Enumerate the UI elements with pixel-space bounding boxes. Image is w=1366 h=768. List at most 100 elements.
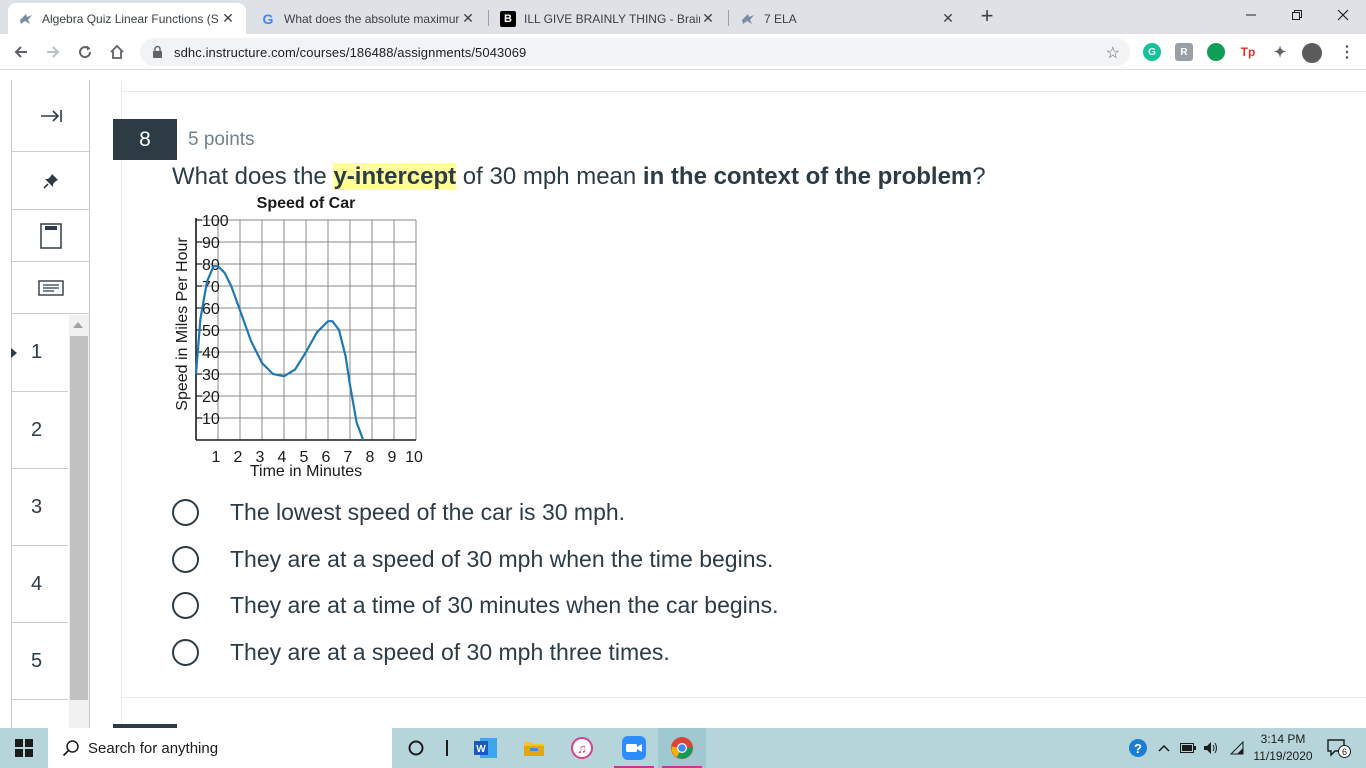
windows-start-icon[interactable] xyxy=(0,728,48,768)
chart-x-tick-label: 1 xyxy=(212,449,221,466)
tab-close-icon[interactable]: ✕ xyxy=(220,10,236,27)
chart-x-tick-label: 9 xyxy=(388,449,397,466)
chart-y-tick-label: 60 xyxy=(202,301,220,318)
answer-text: They are at a speed of 30 mph three time… xyxy=(230,638,670,665)
question-text-part: of 30 mph mean xyxy=(456,163,643,190)
notification-center-icon[interactable]: 6 xyxy=(1322,728,1352,768)
tab-7-ela[interactable]: 7 ELA ✕ xyxy=(730,3,966,34)
svg-text:W: W xyxy=(476,744,486,755)
extension-icon[interactable]: R xyxy=(1175,43,1193,61)
pin-button[interactable] xyxy=(12,152,89,210)
chart-x-tick-label: 7 xyxy=(344,449,353,466)
chart-title: Speed of Car xyxy=(257,195,356,212)
tab-close-icon[interactable]: ✕ xyxy=(940,10,956,27)
word-app-icon[interactable]: W xyxy=(462,728,510,768)
file-explorer-icon[interactable] xyxy=(510,728,558,768)
search-icon xyxy=(62,739,80,761)
bookmark-button[interactable] xyxy=(12,210,89,262)
bookmark-star-icon[interactable]: ☆ xyxy=(1106,43,1120,63)
collapse-nav-button[interactable] xyxy=(12,80,89,152)
back-arrow-icon[interactable] xyxy=(8,39,34,65)
green-extension-icon[interactable] xyxy=(1207,43,1225,61)
tab-brainly[interactable]: B ILL GIVE BRAINLY THING - Brainly ✕ xyxy=(490,3,726,34)
chart-y-tick-label: 100 xyxy=(202,213,229,230)
new-tab-plus-icon[interactable]: + xyxy=(976,5,998,29)
bold-phrase: in the context of the problem xyxy=(642,163,973,190)
zoom-app-icon[interactable] xyxy=(610,728,658,768)
tab-title: ILL GIVE BRAINLY THING - Brainly xyxy=(524,11,700,26)
wifi-icon[interactable] xyxy=(1226,728,1248,768)
radio-button[interactable] xyxy=(172,545,199,573)
pin-icon xyxy=(42,173,58,189)
tab-close-icon[interactable]: ✕ xyxy=(700,10,716,27)
content-divider xyxy=(121,80,122,728)
home-icon[interactable] xyxy=(104,39,130,65)
answer-option-3[interactable]: They are at a time of 30 minutes when th… xyxy=(172,588,778,622)
puzzle-extensions-icon[interactable]: ✦ xyxy=(1271,43,1289,61)
tab-google-search[interactable]: G What does the absolute maximur ✕ xyxy=(250,3,486,34)
nav-scrollbar-thumb[interactable] xyxy=(70,336,88,700)
question-nav-number: 1 xyxy=(31,341,43,363)
question-nav-item-4[interactable]: 4 xyxy=(12,546,68,623)
chart-grid xyxy=(196,219,417,440)
answer-text: They are at a time of 30 minutes when th… xyxy=(230,591,779,618)
scroll-up-arrow-icon[interactable] xyxy=(73,322,83,328)
radio-button[interactable] xyxy=(172,591,199,619)
answer-option-2[interactable]: They are at a speed of 30 mph when the t… xyxy=(172,542,773,576)
reload-icon[interactable] xyxy=(72,39,98,65)
teacherspay-extension-icon[interactable]: Tp xyxy=(1239,43,1257,61)
chart-y-tick-label: 20 xyxy=(202,389,220,406)
close-window-icon[interactable] xyxy=(1320,0,1366,30)
tab-algebra-quiz[interactable]: Algebra Quiz Linear Functions (S ✕ xyxy=(8,3,246,34)
chart-x-tick-label: 4 xyxy=(278,449,287,466)
notes-button[interactable] xyxy=(12,262,89,314)
question-nav-item-3[interactable]: 3 xyxy=(12,469,68,546)
help-icon[interactable]: ? xyxy=(1126,728,1150,768)
svg-text:♫: ♫ xyxy=(577,741,587,756)
lock-icon xyxy=(152,45,164,59)
chart-x-tick-label: 5 xyxy=(300,449,309,466)
chart-y-tick-label: 10 xyxy=(202,411,220,428)
question-nav-number: 5 xyxy=(31,649,43,672)
chart-y-tick-label: 90 xyxy=(202,235,220,252)
minimize-icon[interactable] xyxy=(1228,0,1274,30)
answer-text: They are at a speed of 30 mph when the t… xyxy=(230,545,774,572)
search-placeholder: Search for anything xyxy=(88,739,219,757)
question-nav-item-1[interactable]: 1 xyxy=(11,314,68,392)
forward-arrow-icon[interactable] xyxy=(40,39,66,65)
itunes-icon[interactable]: ♫ xyxy=(558,728,606,768)
tab-title: Algebra Quiz Linear Functions (S xyxy=(42,11,219,26)
chrome-app-icon[interactable] xyxy=(658,728,706,768)
volume-icon[interactable] xyxy=(1201,728,1221,768)
google-favicon-icon: G xyxy=(262,10,274,27)
tab-close-icon[interactable]: ✕ xyxy=(460,10,476,27)
restore-icon[interactable] xyxy=(1274,0,1320,30)
radio-button[interactable] xyxy=(172,498,199,526)
question-text: What does the y-intercept of 30 mph mean… xyxy=(172,163,986,191)
address-bar[interactable]: sdhc.instructure.com/courses/186488/assi… xyxy=(140,38,1130,66)
chevron-up-icon[interactable] xyxy=(1154,728,1174,768)
chart-y-tick-label: 40 xyxy=(202,345,220,362)
answer-option-1[interactable]: The lowest speed of the car is 30 mph. xyxy=(172,495,625,529)
clock-time: 3:14 PM xyxy=(1260,732,1306,746)
svg-text:?: ? xyxy=(1134,741,1142,756)
battery-icon[interactable] xyxy=(1178,728,1198,768)
highlighted-term: y-intercept xyxy=(333,163,457,190)
question-text-part: What does the xyxy=(172,163,334,190)
question-nav-number: 4 xyxy=(31,572,43,595)
brainly-favicon-icon: B xyxy=(500,10,516,27)
answer-option-4[interactable]: They are at a speed of 30 mph three time… xyxy=(172,635,670,669)
collapse-arrow-icon xyxy=(40,109,62,122)
taskbar-search-box[interactable]: Search for anything xyxy=(48,728,392,768)
question-nav-item-5[interactable]: 5 xyxy=(12,623,68,700)
grammarly-extension-icon[interactable]: G xyxy=(1143,43,1161,61)
kebab-menu-icon[interactable]: ⋮ xyxy=(1338,43,1356,61)
taskbar-clock[interactable]: 3:14 PM 11/19/2020 xyxy=(1248,731,1318,765)
chart-y-tick-label: 30 xyxy=(202,367,220,384)
question-bottom-border xyxy=(122,697,1366,698)
answer-text: The lowest speed of the car is 30 mph. xyxy=(230,498,626,525)
chart-y-axis-label: Speed in Miles Per Hour xyxy=(174,237,191,411)
question-nav-item-2[interactable]: 2 xyxy=(12,392,68,469)
radio-button[interactable] xyxy=(172,638,199,666)
profile-avatar[interactable] xyxy=(1302,43,1322,63)
